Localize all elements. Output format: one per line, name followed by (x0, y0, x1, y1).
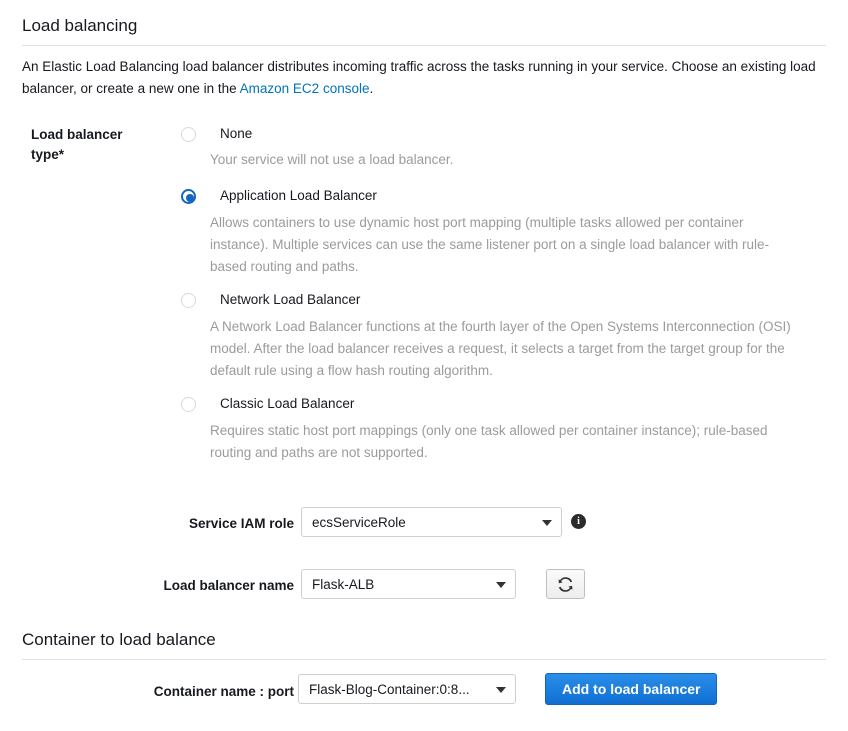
radio-option-application-load-balancer[interactable]: Application Load Balancer (181, 186, 821, 206)
service-iam-role-select[interactable]: ecsServiceRole (301, 507, 562, 537)
load-balancer-name-value: Flask-ALB (312, 576, 375, 592)
radio-classic-load-balancer-description: Requires static host port mappings (only… (210, 423, 768, 460)
radio-classic-load-balancer-mark[interactable] (181, 397, 196, 412)
radio-application-load-balancer-label: Application Load Balancer (220, 188, 377, 203)
radio-network-load-balancer-mark[interactable] (181, 293, 196, 308)
radio-classic-load-balancer-label: Classic Load Balancer (220, 396, 355, 411)
refresh-icon (558, 576, 573, 592)
radio-network-load-balancer-label: Network Load Balancer (220, 292, 361, 307)
add-to-load-balancer-button[interactable]: Add to load balancer (545, 673, 718, 705)
info-icon[interactable]: i (571, 514, 586, 529)
radio-option-none[interactable]: None (181, 124, 821, 144)
load-balancing-description: An Elastic Load Balancing load balancer … (22, 44, 848, 100)
radio-none-description: Your service will not use a load balance… (210, 152, 454, 167)
service-iam-role-label: Service IAM role (188, 516, 294, 531)
container-name-port-select[interactable]: Flask-Blog-Container:0:8... (298, 674, 516, 704)
load-balancer-name-label: Load balancer name (163, 578, 294, 593)
refresh-button[interactable] (546, 569, 585, 599)
chevron-down-icon (496, 687, 506, 693)
load-balancer-type-label: Load balancer type* (31, 125, 161, 165)
load-balancer-type-label-line1: Load balancer (31, 127, 123, 142)
radio-application-load-balancer-description: Allows containers to use dynamic host po… (210, 215, 770, 274)
container-section-header: Container to load balance (22, 630, 826, 660)
page-title: Load balancing (22, 16, 138, 35)
load-balancing-page: Load balancing An Elastic Load Balancing… (0, 0, 848, 731)
description-text-part2: . (369, 81, 374, 96)
container-name-port-label: Container name : port (153, 684, 294, 699)
container-name-port-value: Flask-Blog-Container:0:8... (309, 681, 470, 697)
radio-network-load-balancer-description: A Network Load Balancer functions at the… (210, 319, 791, 378)
chevron-down-icon (542, 520, 552, 526)
load-balancer-type-label-line2: type* (31, 147, 65, 162)
chevron-down-icon (496, 582, 506, 588)
radio-option-network-load-balancer[interactable]: Network Load Balancer (181, 290, 821, 310)
service-iam-role-value: ecsServiceRole (312, 514, 406, 530)
container-section-title: Container to load balance (22, 630, 216, 649)
load-balancing-section-header: Load balancing (22, 16, 826, 46)
amazon-ec2-console-link[interactable]: Amazon EC2 console (240, 81, 370, 96)
info-icon-glyph: i (577, 515, 580, 527)
radio-none-mark[interactable] (181, 127, 196, 142)
radio-none-label: None (220, 126, 253, 141)
description-text-part1: An Elastic Load Balancing load balancer … (22, 59, 816, 96)
radio-application-load-balancer-mark[interactable] (181, 189, 196, 204)
section-divider (22, 659, 826, 660)
load-balancer-name-select[interactable]: Flask-ALB (301, 569, 516, 599)
radio-option-classic-load-balancer[interactable]: Classic Load Balancer (181, 394, 821, 414)
